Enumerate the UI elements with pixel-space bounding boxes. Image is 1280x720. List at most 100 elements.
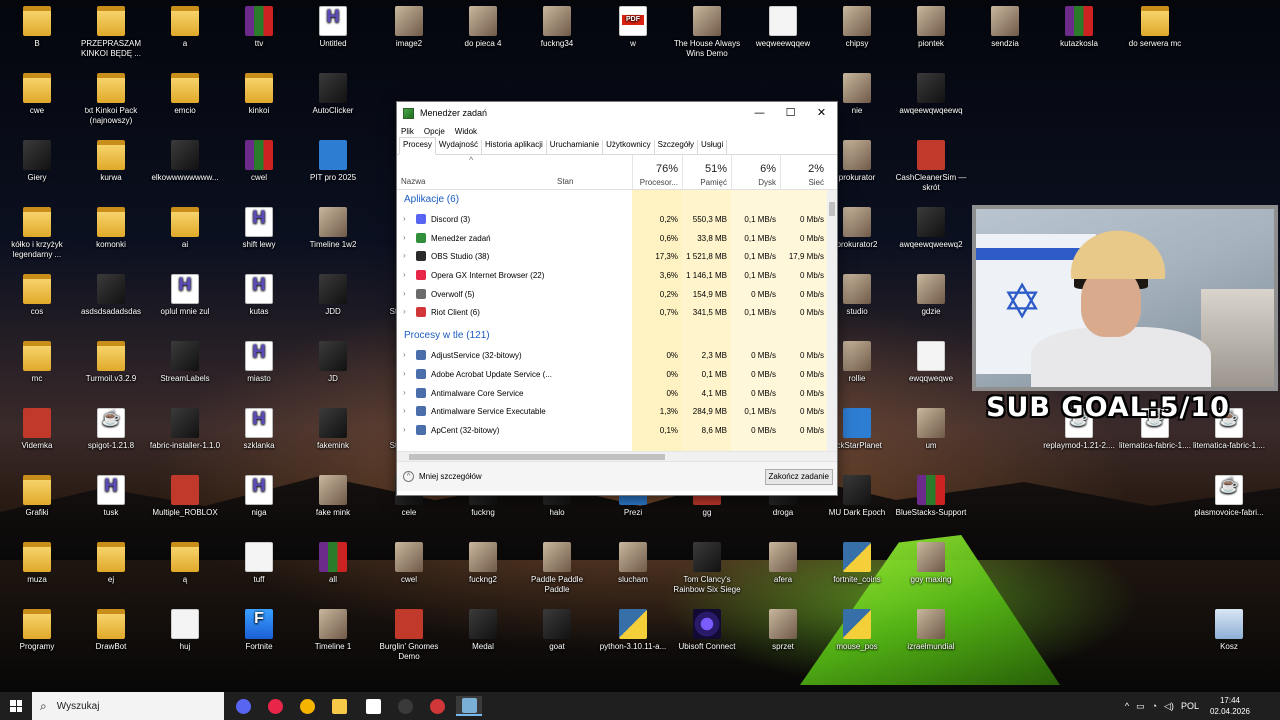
desktop-icon[interactable]: fake mink	[296, 475, 370, 518]
desktop-icon[interactable]: um	[894, 408, 968, 451]
desktop-icon[interactable]: Timeline 1	[296, 609, 370, 652]
desktop-icon[interactable]: image2	[372, 6, 446, 49]
expand-chevron-icon[interactable]: ›	[403, 350, 406, 359]
desktop-icon[interactable]: fabric-installer-1.1.0	[148, 408, 222, 451]
process-group-header[interactable]: Procesy w tle (121)	[397, 326, 837, 346]
desktop-icon[interactable]: goy maxing	[894, 542, 968, 585]
wifi-icon[interactable]: ◔	[1152, 701, 1157, 711]
desktop-icon[interactable]: piontek	[894, 6, 968, 49]
title-bar[interactable]: Menedżer zadań — ☐ ✕	[397, 102, 837, 124]
desktop-icon[interactable]: emcio	[148, 73, 222, 116]
desktop-icon[interactable]: ewqqweqwe	[894, 341, 968, 384]
taskbar-search[interactable]: ⌕ Wyszukaj	[32, 692, 224, 720]
desktop-icon[interactable]: goat	[520, 609, 594, 652]
desktop-icon[interactable]: cos	[0, 274, 74, 317]
desktop-icon[interactable]: asdsdsadadsdas	[74, 274, 148, 317]
desktop-icon[interactable]: ai	[148, 207, 222, 250]
process-row[interactable]: › Antimalware Core Service 0% 4,1 MB 0 MB/s 0…	[397, 384, 837, 403]
desktop-icon[interactable]: kinkoi	[222, 73, 296, 116]
desktop-icon[interactable]: txt Kinkoi Pack (najnowszy)	[74, 73, 148, 126]
desktop-icon[interactable]: Grafiki	[0, 475, 74, 518]
desktop-icon[interactable]: Ubisoft Connect	[670, 609, 744, 652]
expand-chevron-icon[interactable]: ›	[403, 388, 406, 397]
desktop-icon[interactable]: Tom Clancy's Rainbow Six Siege	[670, 542, 744, 595]
desktop-icon[interactable]: JD	[296, 341, 370, 384]
desktop-icon[interactable]: B	[0, 6, 74, 49]
desktop-icon[interactable]: BlueStacks-Support	[894, 475, 968, 518]
desktop-icon[interactable]: spigot-1.21.8	[74, 408, 148, 451]
desktop-icon[interactable]: tusk	[74, 475, 148, 518]
desktop-icon[interactable]: Medal	[446, 609, 520, 652]
desktop-icon[interactable]: sendzia	[968, 6, 1042, 49]
end-task-button[interactable]: Zakończ zadanie	[764, 469, 833, 485]
expand-chevron-icon[interactable]: ›	[403, 425, 406, 434]
taskbar-app-file-explorer[interactable]	[326, 696, 352, 716]
desktop-icon[interactable]: Burglin' Gnomes Demo	[372, 609, 446, 662]
column-disk[interactable]: 6% Dysk	[731, 155, 780, 190]
desktop-icon[interactable]: CashCleanerSim — skrót	[894, 140, 968, 193]
desktop-icon[interactable]: DrawBot	[74, 609, 148, 652]
desktop-icon[interactable]: Multiple_ROBLOX	[148, 475, 222, 518]
expand-chevron-icon[interactable]: ›	[403, 233, 406, 242]
tray-overflow-icon[interactable]: ^	[1125, 701, 1129, 711]
expand-chevron-icon[interactable]: ›	[403, 307, 406, 316]
desktop-icon[interactable]: fuckng2	[446, 542, 520, 585]
maximize-button[interactable]: ☐	[775, 102, 806, 124]
expand-chevron-icon[interactable]: ›	[403, 214, 406, 223]
desktop-icon[interactable]: Turmoil.v3.2.9	[74, 341, 148, 384]
desktop-icon[interactable]: all	[296, 542, 370, 585]
menu-view[interactable]: Widok	[455, 127, 477, 136]
desktop-icon[interactable]: awqeewqwqeewq	[894, 73, 968, 116]
desktop-icon[interactable]: do serwera mc	[1118, 6, 1192, 49]
desktop-icon[interactable]: mouse_pos	[820, 609, 894, 652]
scroll-thumb-h[interactable]	[409, 454, 665, 460]
clock[interactable]: 17:44 02.04.2026	[1210, 695, 1250, 717]
desktop-icon[interactable]: PRZEPRASZAM KINKOI BĘDĘ ...	[74, 6, 148, 59]
taskbar-app-discord[interactable]	[230, 696, 256, 716]
expand-chevron-icon[interactable]: ›	[403, 369, 406, 378]
taskbar-app-opera-gx[interactable]	[262, 696, 288, 716]
expand-chevron-icon[interactable]: ›	[403, 289, 406, 298]
desktop-icon[interactable]: niga	[222, 475, 296, 518]
desktop-icon[interactable]: huj	[148, 609, 222, 652]
desktop-icon[interactable]: kurwa	[74, 140, 148, 183]
menu-file[interactable]: Plik	[401, 127, 414, 136]
desktop-icon[interactable]: mc	[0, 341, 74, 384]
desktop-icon[interactable]: AutoClicker	[296, 73, 370, 116]
desktop-icon[interactable]: elkowwwwwwww...	[148, 140, 222, 183]
scroll-thumb[interactable]	[829, 202, 835, 216]
tab-startup[interactable]: Uruchamianie	[547, 140, 604, 154]
start-button[interactable]	[0, 692, 32, 720]
desktop-icon[interactable]: tuff	[222, 542, 296, 585]
expand-chevron-icon[interactable]: ›	[403, 270, 406, 279]
vertical-scrollbar[interactable]	[827, 190, 837, 451]
column-name[interactable]: Nazwa	[401, 177, 425, 186]
desktop-icon[interactable]: Timeline 1w2	[296, 207, 370, 250]
column-cpu[interactable]: 76% Procesor...	[632, 155, 682, 190]
desktop-icon[interactable]: fuckng34	[520, 6, 594, 49]
tab-users[interactable]: Użytkownicy	[603, 140, 655, 154]
desktop-icon[interactable]: kutazkosla	[1042, 6, 1116, 49]
close-button[interactable]: ✕	[806, 102, 837, 124]
desktop-icon[interactable]: Untitled	[296, 6, 370, 49]
desktop-icon[interactable]: kółko i krzyżyk legendarny ...	[0, 207, 74, 260]
volume-icon[interactable]: ◁)	[1164, 701, 1174, 712]
process-row[interactable]: › Overwolf (5) 0,2% 154,9 MB 0 MB/s 0 Mb/s	[397, 285, 837, 304]
minimize-button[interactable]: —	[744, 102, 775, 124]
desktop-icon[interactable]: StreamLabels	[148, 341, 222, 384]
process-row[interactable]: › OBS Studio (38) 17,3% 1 521,8 MB 0,1 MB/s 1…	[397, 247, 837, 266]
desktop-icon[interactable]: cwe	[0, 73, 74, 116]
tab-app-history[interactable]: Historia aplikacji	[482, 140, 547, 154]
process-list[interactable]: Aplikacje (6) › Discord (3) 0,2% 550,3 MB 0,1…	[397, 190, 837, 451]
process-row[interactable]: › AdjustService (32-bitowy) 0% 2,3 MB 0 MB/s…	[397, 346, 837, 365]
menu-options[interactable]: Opcje	[424, 127, 445, 136]
desktop-icon[interactable]: chipsy	[820, 6, 894, 49]
column-network[interactable]: 2% Sieć	[780, 155, 828, 190]
desktop-icon[interactable]: ą	[148, 542, 222, 585]
desktop-icon[interactable]: python-3.10.11-a...	[596, 609, 670, 652]
process-row[interactable]: › Adobe Acrobat Update Service (... 0% 0,1 …	[397, 365, 837, 384]
desktop-icon[interactable]: JDD	[296, 274, 370, 317]
expand-chevron-icon[interactable]: ›	[403, 406, 406, 415]
expand-chevron-icon[interactable]: ›	[403, 251, 406, 260]
desktop-icon[interactable]: slucham	[596, 542, 670, 585]
